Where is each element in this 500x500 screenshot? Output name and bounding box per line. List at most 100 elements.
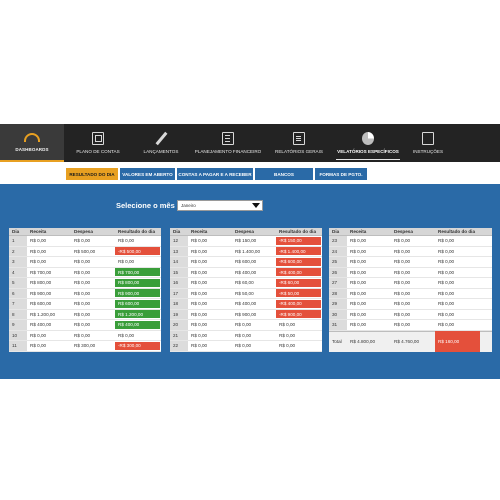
table-row: 24 R$ 0,00 R$ 0,00 R$ 0,00 xyxy=(329,246,492,257)
cell-dia: 19 xyxy=(170,309,188,319)
cell-despesa: R$ 0,00 xyxy=(74,259,91,265)
cell-resultado: R$ 0,00 xyxy=(438,280,455,286)
cell-dia: 25 xyxy=(329,257,347,267)
header-despesa: Despesa xyxy=(74,229,93,234)
nav-planejamento-financeiro[interactable]: PLANEJAMENTO FINANCEIRO xyxy=(190,124,266,162)
cell-receita: R$ 0,00 xyxy=(30,343,47,349)
cell-despesa: R$ 0,00 xyxy=(235,343,252,349)
table-row: 7 R$ 600,00 R$ 0,00 R$ 600,00 xyxy=(9,299,161,310)
cell-despesa: R$ 0,00 xyxy=(394,311,411,317)
nav-relatorios-especificos[interactable]: VELATÓRIOS ESPECÍFICOS xyxy=(332,124,404,162)
cell-despesa: R$ 900,00 xyxy=(235,311,257,317)
cell-resultado: -R$ 400,00 xyxy=(276,268,321,277)
cell-receita: R$ 0,00 xyxy=(350,280,367,286)
tab-resultado-do-dia[interactable]: RESULTADO DO DIA xyxy=(66,168,118,180)
cell-receita: R$ 0,00 xyxy=(191,332,208,338)
cell-receita: R$ 700,00 xyxy=(30,269,52,275)
cell-resultado: R$ 800,00 xyxy=(115,278,160,287)
nav-label: INSTRUÇÕES xyxy=(412,149,444,154)
cell-dia: 6 xyxy=(9,288,27,298)
month-select[interactable]: Janeiro xyxy=(177,200,263,211)
cell-despesa: R$ 500,00 xyxy=(74,248,96,254)
total-row: Total R$ 4.800,00 R$ 4.760,00 R$ 160,00 xyxy=(329,330,492,352)
table-row: 17 R$ 0,00 R$ 50,00 -R$ 50,00 xyxy=(170,288,322,299)
cell-despesa: R$ 0,00 xyxy=(74,290,91,296)
cell-dia: 1 xyxy=(9,236,27,246)
tab-contas-a-pagar-e-a-receber[interactable]: CONTAS A PAGAR E A RECEBER xyxy=(177,168,253,180)
table-row: 28 R$ 0,00 R$ 0,00 R$ 0,00 xyxy=(329,288,492,299)
table-row: 22 R$ 0,00 R$ 0,00 R$ 0,00 xyxy=(170,341,322,352)
cell-dia: 23 xyxy=(329,236,347,246)
cell-receita: R$ 0,00 xyxy=(350,238,367,244)
cell-despesa: R$ 0,00 xyxy=(74,280,91,286)
cell-resultado: R$ 0,00 xyxy=(438,269,455,275)
pen-icon xyxy=(155,132,167,145)
cell-resultado: -R$ 300,00 xyxy=(115,341,160,350)
table-row: 5 R$ 800,00 R$ 0,00 R$ 800,00 xyxy=(9,278,161,289)
cell-despesa: R$ 400,00 xyxy=(235,269,257,275)
cell-dia: 22 xyxy=(170,341,188,351)
table-row: 13 R$ 0,00 R$ 1.400,00 -R$ 1.400,00 xyxy=(170,246,322,257)
cell-resultado: -R$ 900,00 xyxy=(276,310,321,319)
table-row: 14 R$ 0,00 R$ 600,00 -R$ 600,00 xyxy=(170,257,322,268)
cell-dia: 20 xyxy=(170,320,188,330)
header-receita: Receita xyxy=(350,229,367,234)
cell-receita: R$ 0,00 xyxy=(350,322,367,328)
cell-resultado: -R$ 150,00 xyxy=(276,236,321,245)
cell-despesa: R$ 300,00 xyxy=(74,343,96,349)
chevron-down-icon[interactable] xyxy=(252,203,260,208)
nav-relatorios-gerais[interactable]: RELATÓRIOS GERAIS xyxy=(266,124,332,162)
table-row: 11 R$ 0,00 R$ 300,00 -R$ 300,00 xyxy=(9,341,161,352)
cell-despesa: R$ 0,00 xyxy=(235,332,252,338)
table-row: 4 R$ 700,00 R$ 0,00 R$ 700,00 xyxy=(9,267,161,278)
header-resultado: Resultado do dia xyxy=(279,229,317,234)
cell-resultado: R$ 0,00 xyxy=(438,290,455,296)
table-row: 26 R$ 0,00 R$ 0,00 R$ 0,00 xyxy=(329,267,492,278)
header-despesa: Despesa xyxy=(235,229,254,234)
cell-despesa: R$ 0,00 xyxy=(394,322,411,328)
cell-dia: 17 xyxy=(170,288,188,298)
month-select-value: Janeiro xyxy=(181,203,196,208)
tab-formas-de-pgto[interactable]: FORMAS DE PGTO. xyxy=(315,168,367,180)
cell-resultado: R$ 0,00 xyxy=(438,259,455,265)
cell-dia: 27 xyxy=(329,278,347,288)
cell-resultado: -R$ 60,00 xyxy=(276,278,321,287)
days-table-1: Dia Receita Despesa Resultado do dia 1 R$ 0,0… xyxy=(9,228,161,352)
cell-despesa: R$ 0,00 xyxy=(394,290,411,296)
cell-receita: R$ 1.200,00 xyxy=(30,311,56,317)
cell-dia: 2 xyxy=(9,246,27,256)
cell-dia: 9 xyxy=(9,320,27,330)
cell-receita: R$ 0,00 xyxy=(30,248,47,254)
cell-resultado: R$ 0,00 xyxy=(279,322,296,328)
cell-dia: 16 xyxy=(170,278,188,288)
pie-chart-icon xyxy=(362,132,374,145)
cell-resultado: R$ 0,00 xyxy=(118,238,135,244)
header-resultado: Resultado do dia xyxy=(118,229,156,234)
instructions-icon xyxy=(422,132,434,145)
tab-valores-em-aberto[interactable]: VALORES EM ABERTO xyxy=(120,168,175,180)
cell-dia: 14 xyxy=(170,257,188,267)
cell-despesa: R$ 0,00 xyxy=(235,322,252,328)
cell-despesa: R$ 0,00 xyxy=(74,301,91,307)
nav-dashboards[interactable]: DASHBOARDS xyxy=(0,124,64,162)
gauge-icon xyxy=(24,132,40,142)
nav-instrucoes[interactable]: INSTRUÇÕES xyxy=(404,124,452,162)
cell-dia: 29 xyxy=(329,299,347,309)
nav-lancamentos[interactable]: LANÇAMENTOS xyxy=(132,124,190,162)
cell-receita: R$ 900,00 xyxy=(30,290,52,296)
nav-plano-de-contas[interactable]: PLANO DE CONTAS xyxy=(64,124,132,162)
table-row: 20 R$ 0,00 R$ 0,00 R$ 0,00 xyxy=(170,320,322,331)
cell-resultado: R$ 700,00 xyxy=(115,268,160,277)
cell-despesa: R$ 0,00 xyxy=(394,301,411,307)
cell-dia: 13 xyxy=(170,246,188,256)
tab-bancos[interactable]: BANCOS xyxy=(255,168,313,180)
cell-dia: 5 xyxy=(9,278,27,288)
cell-receita: R$ 0,00 xyxy=(191,322,208,328)
cell-dia: 7 xyxy=(9,299,27,309)
nav-label: VELATÓRIOS ESPECÍFICOS xyxy=(337,149,399,154)
table-header: Dia Receita Despesa Resultado do dia xyxy=(329,228,492,236)
total-receita: R$ 4.800,00 xyxy=(350,339,376,344)
cell-dia: 3 xyxy=(9,257,27,267)
table-row: 29 R$ 0,00 R$ 0,00 R$ 0,00 xyxy=(329,299,492,310)
cell-receita: R$ 0,00 xyxy=(191,301,208,307)
